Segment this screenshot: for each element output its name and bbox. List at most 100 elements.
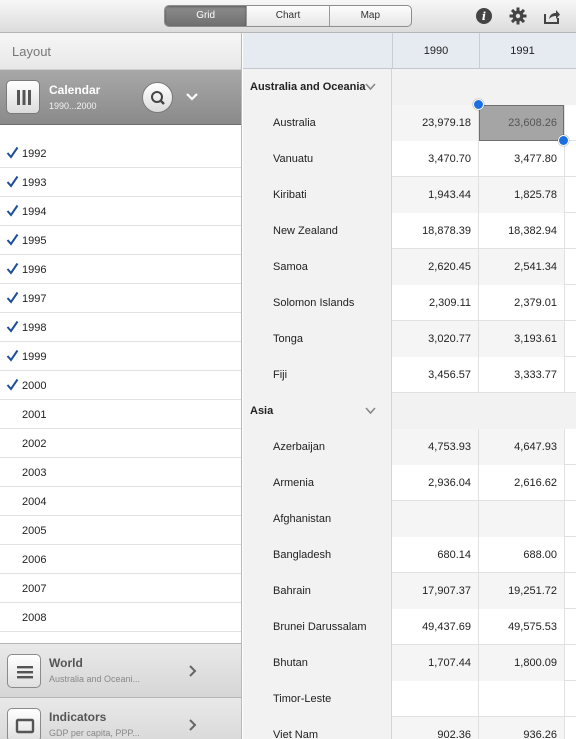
calendar-dimension-header[interactable]: Calendar 1990...2000 <box>0 70 241 125</box>
table-row[interactable]: Kiribati 1,943.44 1,825.78 <box>243 177 576 213</box>
list-item[interactable]: 2000 <box>0 371 241 400</box>
table-row[interactable]: Viet Nam 902.36 936.26 <box>243 717 576 739</box>
frame-icon[interactable] <box>7 708 41 739</box>
value-cell[interactable]: 2,309.11 <box>392 285 479 321</box>
table-row[interactable]: Vanuatu 3,470.70 3,477.80 <box>243 141 576 177</box>
list-item[interactable]: 1996 <box>0 255 241 284</box>
chevron-down-icon[interactable] <box>365 406 376 415</box>
info-icon[interactable]: i <box>475 7 493 25</box>
row-name-cell: Afghanistan <box>243 501 392 537</box>
group-name-cell[interactable]: Australia and Oceania <box>243 69 392 105</box>
table-row[interactable]: Bahrain 17,907.37 19,251.72 <box>243 573 576 609</box>
table-row[interactable]: Samoa 2,620.45 2,541.34 <box>243 249 576 285</box>
checkmark-icon <box>6 204 19 217</box>
list-icon[interactable] <box>7 654 41 688</box>
chevron-right-icon[interactable] <box>186 663 200 679</box>
list-item[interactable]: 2008 <box>0 603 241 632</box>
value-cell[interactable]: 1,825.78 <box>479 177 565 213</box>
value-cell[interactable]: 1,800.09 <box>479 645 565 681</box>
column-header[interactable]: 1990 <box>392 33 479 69</box>
value-cell[interactable] <box>479 501 565 537</box>
value-cell[interactable]: 4,647.93 <box>479 429 565 465</box>
table-row[interactable]: Bangladesh 680.14 688.00 <box>243 537 576 573</box>
table-row[interactable]: Fiji 3,456.57 3,333.77 <box>243 357 576 393</box>
group-empty-cell <box>392 69 576 105</box>
table-row[interactable]: Tonga 3,020.77 3,193.61 <box>243 321 576 357</box>
value-cell[interactable]: 3,477.80 <box>479 141 565 177</box>
value-cell[interactable]: 2,620.45 <box>392 249 479 285</box>
value-cell[interactable]: 49,575.53 <box>479 609 565 645</box>
tab-chart[interactable]: Chart <box>246 6 328 26</box>
value-cell[interactable]: 1,707.44 <box>392 645 479 681</box>
table-row[interactable]: Brunei Darussalam 49,437.69 49,575.53 <box>243 609 576 645</box>
value-cell[interactable]: 3,193.61 <box>479 321 565 357</box>
list-item[interactable]: 2002 <box>0 429 241 458</box>
value-cell[interactable]: 2,541.34 <box>479 249 565 285</box>
list-item[interactable]: 1999 <box>0 342 241 371</box>
table-row[interactable]: Armenia 2,936.04 2,616.62 <box>243 465 576 501</box>
value-cell[interactable]: 3,333.77 <box>479 357 565 393</box>
list-item[interactable]: 2005 <box>0 516 241 545</box>
list-item[interactable]: 2006 <box>0 545 241 574</box>
table-row[interactable]: Afghanistan <box>243 501 576 537</box>
tab-grid[interactable]: Grid <box>165 6 247 26</box>
group-name-cell[interactable]: Asia <box>243 393 392 429</box>
indicators-dimension[interactable]: Indicators GDP per capita, PPP... <box>0 697 241 739</box>
table-row[interactable]: Solomon Islands 2,309.11 2,379.01 <box>243 285 576 321</box>
list-item[interactable]: 1998 <box>0 313 241 342</box>
tab-map[interactable]: Map <box>328 6 411 26</box>
columns-icon[interactable] <box>6 80 40 114</box>
table-row[interactable]: New Zealand 18,878.39 18,382.94 <box>243 213 576 249</box>
value-cell[interactable]: 49,437.69 <box>392 609 479 645</box>
chevron-down-icon[interactable] <box>184 89 200 105</box>
value-cell[interactable] <box>392 681 479 717</box>
value-cell[interactable]: 2,936.04 <box>392 465 479 501</box>
table-row[interactable]: Timor-Leste <box>243 681 576 717</box>
group-row[interactable]: Australia and Oceania <box>243 69 576 105</box>
list-item[interactable]: 1994 <box>0 197 241 226</box>
value-cell[interactable]: 18,382.94 <box>479 213 565 249</box>
list-item[interactable]: 2001 <box>0 400 241 429</box>
list-item[interactable]: 2004 <box>0 487 241 516</box>
search-button[interactable] <box>142 82 173 113</box>
selected-cell[interactable]: 23,608.26 <box>479 105 564 141</box>
value-cell[interactable]: 4,753.93 <box>392 429 479 465</box>
value-cell[interactable] <box>392 501 479 537</box>
value-cell[interactable]: 1,943.44 <box>392 177 479 213</box>
table-row[interactable]: Azerbaijan 4,753.93 4,647.93 <box>243 429 576 465</box>
chevron-down-icon[interactable] <box>365 82 376 91</box>
value-cell[interactable] <box>479 681 565 717</box>
value-cell[interactable]: 688.00 <box>479 537 565 573</box>
value-cell[interactable]: 2,616.62 <box>479 465 565 501</box>
value-cell[interactable]: 3,456.57 <box>392 357 479 393</box>
row-name-cell: Bhutan <box>243 645 392 681</box>
gear-icon[interactable] <box>509 7 527 25</box>
list-item[interactable]: 1992 <box>0 139 241 168</box>
value-cell[interactable]: 936.26 <box>479 717 565 739</box>
column-header[interactable]: 1991 <box>479 33 565 69</box>
list-item-label: 1992 <box>22 148 47 160</box>
list-item[interactable]: 1997 <box>0 284 241 313</box>
value-cell[interactable]: 23,979.18 <box>392 105 479 141</box>
value-cell[interactable]: 680.14 <box>392 537 479 573</box>
value-cell[interactable]: 17,907.37 <box>392 573 479 609</box>
list-item[interactable]: 1993 <box>0 168 241 197</box>
value-cell[interactable]: 2,379.01 <box>479 285 565 321</box>
value-cell[interactable]: 902.36 <box>392 717 479 739</box>
selection-handle[interactable] <box>473 99 484 110</box>
list-item-label: 2006 <box>22 554 47 566</box>
value-cell[interactable]: 18,878.39 <box>392 213 479 249</box>
list-item[interactable]: 1995 <box>0 226 241 255</box>
world-dimension[interactable]: World Australia and Oceani... <box>0 643 241 697</box>
value-cell[interactable]: 3,020.77 <box>392 321 479 357</box>
value-cell[interactable]: 3,470.70 <box>392 141 479 177</box>
checkmark-icon <box>6 262 19 275</box>
group-row[interactable]: Asia <box>243 393 576 429</box>
chevron-right-icon[interactable] <box>186 717 200 733</box>
value-cell[interactable]: 19,251.72 <box>479 573 565 609</box>
list-item[interactable]: 2003 <box>0 458 241 487</box>
list-item[interactable]: 2007 <box>0 574 241 603</box>
share-icon[interactable] <box>543 7 561 25</box>
selection-handle[interactable] <box>558 135 569 146</box>
table-row[interactable]: Bhutan 1,707.44 1,800.09 <box>243 645 576 681</box>
